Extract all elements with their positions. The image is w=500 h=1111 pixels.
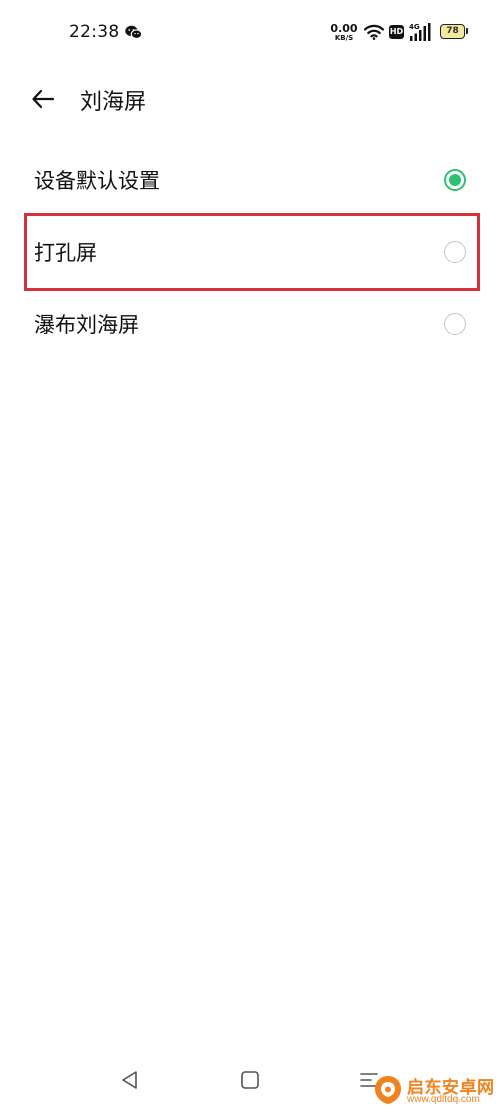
status-time: 22:38 bbox=[69, 22, 120, 42]
watermark-url: www.qdltdq.com bbox=[407, 1094, 480, 1105]
option-waterfall-notch[interactable]: 瀑布刘海屏 bbox=[0, 288, 500, 360]
page-title: 刘海屏 bbox=[80, 90, 147, 115]
battery-icon: 78 bbox=[440, 24, 468, 39]
radio-button[interactable] bbox=[444, 313, 466, 335]
radio-button-checked[interactable] bbox=[444, 169, 466, 191]
wechat-icon bbox=[125, 25, 142, 40]
option-label: 瀑布刘海屏 bbox=[34, 313, 139, 337]
nav-back-icon[interactable] bbox=[119, 1069, 141, 1091]
option-label: 设备默认设置 bbox=[34, 169, 160, 193]
option-punch-hole[interactable]: 打孔屏 bbox=[0, 216, 500, 288]
options-list: 设备默认设置 打孔屏 瀑布刘海屏 bbox=[0, 144, 500, 360]
app-header: 刘海屏 bbox=[0, 70, 500, 128]
cell-network-label: 4G bbox=[409, 23, 420, 31]
back-button[interactable] bbox=[26, 82, 60, 116]
arrow-left-icon bbox=[32, 89, 55, 109]
status-bar: 22:38 0.00 KB/S HD 4G 78 bbox=[0, 0, 500, 66]
cellular-signal-icon: 4G bbox=[409, 23, 431, 41]
watermark: 启东安卓网 www.qdltdq.com bbox=[372, 1072, 500, 1108]
network-speed-value: 0.00 bbox=[330, 22, 358, 35]
hd-icon: HD bbox=[389, 25, 404, 39]
nav-home-icon[interactable] bbox=[240, 1070, 260, 1090]
network-speed: 0.00 KB/S bbox=[330, 23, 358, 42]
battery-level: 78 bbox=[446, 26, 459, 36]
option-label: 打孔屏 bbox=[34, 241, 97, 265]
radio-button[interactable] bbox=[444, 241, 466, 263]
wifi-icon bbox=[364, 24, 384, 40]
network-speed-unit: KB/S bbox=[334, 34, 354, 42]
option-device-default[interactable]: 设备默认设置 bbox=[0, 144, 500, 216]
watermark-logo-icon bbox=[375, 1076, 401, 1104]
